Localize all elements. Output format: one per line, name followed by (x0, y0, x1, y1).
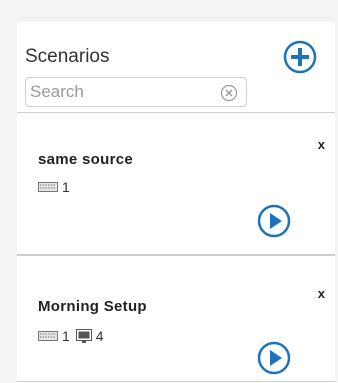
monitor-icon (75, 329, 92, 343)
keyboard-count: 1 (62, 328, 70, 344)
scenario-name: same source (38, 151, 134, 168)
play-scenario-button[interactable] (257, 204, 291, 238)
remove-scenario-button[interactable]: x (318, 137, 325, 152)
keyboard-icon (38, 182, 58, 192)
search-input[interactable] (30, 81, 210, 103)
clear-search-icon[interactable] (220, 84, 238, 102)
scenarios-header: Scenarios (17, 22, 335, 113)
scenario-name: Morning Setup (38, 298, 147, 315)
play-scenario-button[interactable] (257, 341, 291, 375)
remove-scenario-button[interactable]: x (318, 286, 325, 301)
scenario-card: same source x 1 (17, 113, 335, 255)
keyboard-count: 1 (62, 179, 70, 195)
monitor-count: 4 (95, 328, 104, 344)
scenarios-panel: Scenarios same source x 1 (17, 22, 335, 383)
scenario-card: Morning Setup x 1 4 (17, 255, 335, 382)
add-scenario-button[interactable] (283, 40, 317, 74)
search-box (25, 77, 247, 107)
page-title: Scenarios (25, 46, 110, 67)
keyboard-icon (38, 331, 58, 341)
scenario-sources: 1 4 (38, 328, 110, 344)
scenario-sources: 1 (38, 179, 76, 195)
